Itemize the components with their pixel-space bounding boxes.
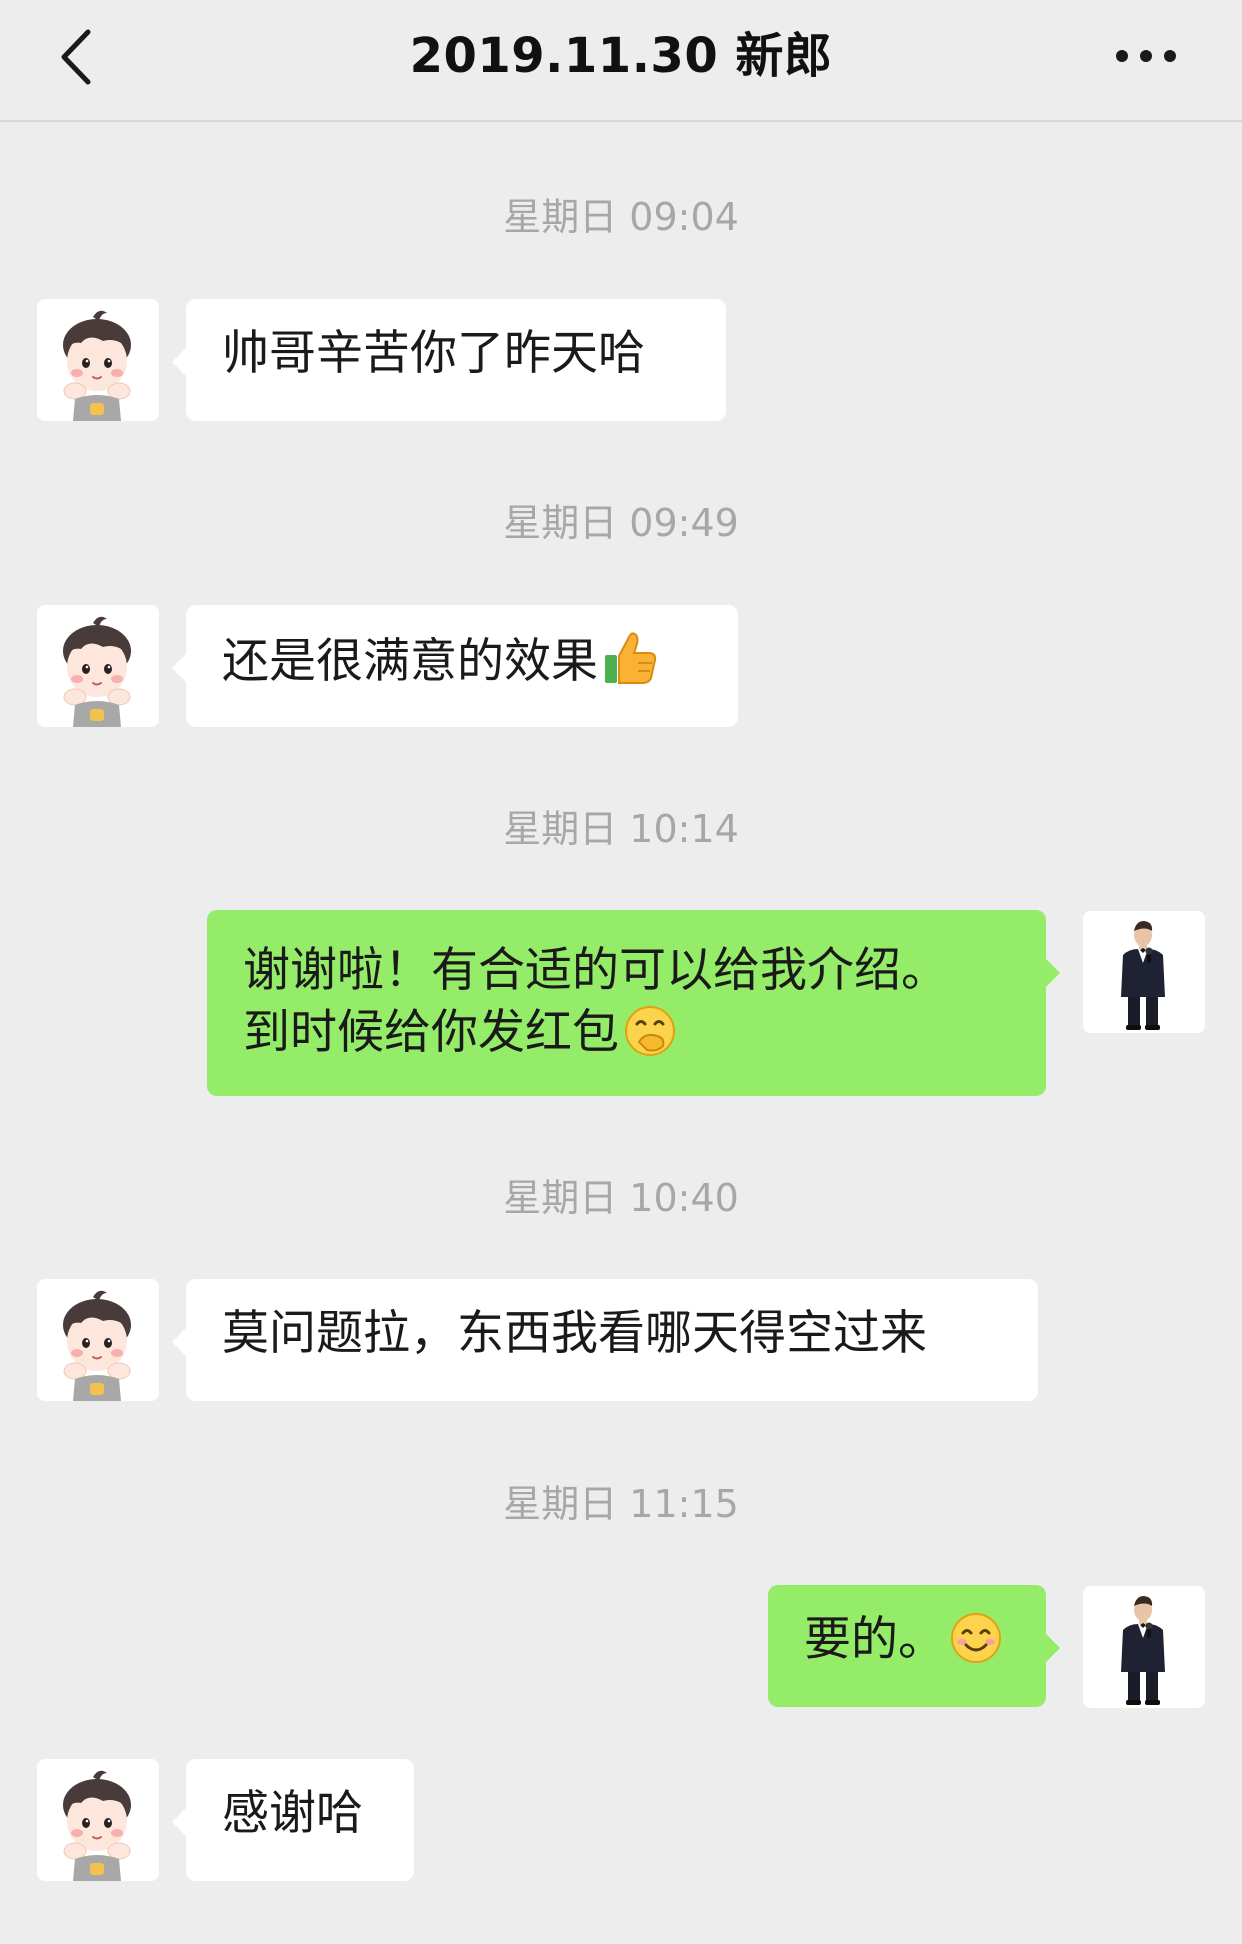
timestamp: 星期日 09:49 — [503, 501, 739, 545]
more-horizontal-icon — [1116, 50, 1176, 62]
contact-avatar[interactable] — [37, 1279, 159, 1401]
timestamp: 星期日 10:14 — [503, 807, 739, 851]
message-text: 感谢哈 — [222, 1786, 363, 1841]
message-bubble-outgoing[interactable]: 要的。 — [768, 1585, 1060, 1707]
cartoon-boy-avatar-image — [37, 299, 159, 421]
more-button[interactable] — [1106, 28, 1186, 84]
timestamp: 星期日 11:15 — [503, 1482, 739, 1526]
message-bubble-incoming[interactable]: 帅哥辛苦你了昨天哈 — [172, 299, 726, 421]
groom-avatar-image — [1083, 911, 1205, 1033]
message-bubble-outgoing[interactable]: 谢谢啦！有合适的可以给我介绍。 到时候给你发红包 — [207, 910, 1060, 1096]
timestamp: 星期日 09:04 — [503, 195, 739, 239]
message-text: 帅哥辛苦你了昨天哈 — [222, 326, 645, 381]
thumbs-up-icon — [602, 629, 658, 703]
cartoon-boy-avatar-image — [37, 605, 159, 727]
message-text: 要的。 — [804, 1612, 945, 1667]
message-text: 莫问题拉，东西我看哪天得空过来 — [222, 1306, 927, 1361]
my-avatar[interactable] — [1083, 911, 1205, 1033]
message-bubble-incoming[interactable]: 还是很满意的效果 — [172, 605, 738, 727]
timestamp: 星期日 10:40 — [503, 1176, 739, 1220]
chat-title: 2019.11.30 新郎 — [409, 28, 833, 84]
my-avatar[interactable] — [1083, 1586, 1205, 1708]
contact-avatar[interactable] — [37, 299, 159, 421]
cartoon-boy-avatar-image — [37, 1759, 159, 1881]
message-bubble-incoming[interactable]: 莫问题拉，东西我看哪天得空过来 — [172, 1279, 1038, 1401]
contact-avatar[interactable] — [37, 605, 159, 727]
cartoon-boy-avatar-image — [37, 1279, 159, 1401]
message-text: 还是很满意的效果 — [222, 634, 598, 689]
contact-avatar[interactable] — [37, 1759, 159, 1881]
groom-avatar-image — [1083, 1586, 1205, 1708]
face-hand-over-mouth-icon — [623, 1004, 677, 1074]
message-bubble-incoming[interactable]: 感谢哈 — [172, 1759, 414, 1881]
message-text-line: 谢谢啦！有合适的可以给我介绍。 — [243, 943, 948, 998]
message-text-line: 到时候给你发红包 — [243, 1005, 619, 1060]
smiling-face-icon — [949, 1611, 1003, 1681]
chat-header: 2019.11.30 新郎 — [0, 0, 1242, 122]
